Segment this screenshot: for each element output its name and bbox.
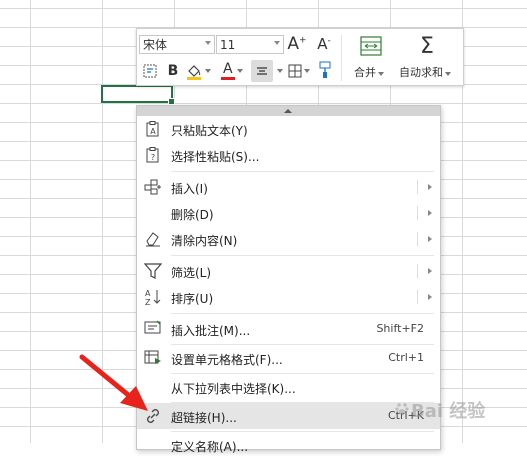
submenu-separator xyxy=(417,264,418,278)
menu-item-delete[interactable]: 删除(D) xyxy=(137,200,440,226)
merge-label[interactable]: 合并 xyxy=(354,64,384,80)
baidu-paw-icon xyxy=(395,403,409,415)
menu-item-label: 从下拉列表中选择(K)... xyxy=(171,382,296,396)
selected-cell[interactable] xyxy=(101,85,175,105)
bold-icon: B xyxy=(167,63,179,79)
menu-item-sort[interactable]: A Z 排序(U) xyxy=(137,284,440,310)
chevron-right-icon xyxy=(428,294,432,300)
paste-text-icon: A xyxy=(146,121,159,137)
paste-special-icon: ? xyxy=(146,147,159,163)
sort-az-icon: A Z xyxy=(145,289,161,306)
menu-item-label: 插入批注(M)... xyxy=(171,324,251,338)
fill-bucket-icon xyxy=(187,65,201,80)
grow-font-icon: A+ xyxy=(287,34,307,54)
grow-font-button[interactable]: A+ xyxy=(286,33,308,55)
submenu-separator xyxy=(417,232,418,246)
menu-item-label: 删除(D) xyxy=(171,208,214,222)
align-center-icon xyxy=(257,67,267,75)
format-painter-brush-button[interactable] xyxy=(316,59,334,81)
svg-text:Z: Z xyxy=(145,298,151,306)
sigma-icon: Σ xyxy=(420,33,434,59)
menu-item-filter[interactable]: 筛选(L) xyxy=(137,258,440,284)
menu-item-paste-text[interactable]: A 只粘贴文本(Y) xyxy=(137,116,440,142)
borders-button[interactable] xyxy=(286,61,312,81)
menu-item-label: 只粘贴文本(Y) xyxy=(171,124,248,138)
menu-item-clear-contents[interactable]: 清除内容(N) xyxy=(137,226,440,252)
chevron-right-icon xyxy=(428,236,432,242)
align-center-button[interactable] xyxy=(251,60,273,82)
chevron-down-icon xyxy=(277,69,283,73)
autosum-label[interactable]: 自动求和 xyxy=(399,64,451,80)
menu-item-format-cells[interactable]: 设置单元格格式(F)... Ctrl+1 xyxy=(137,345,440,371)
chevron-right-icon xyxy=(428,210,432,216)
chevron-right-icon xyxy=(428,184,432,190)
format-cells-icon xyxy=(144,350,161,364)
watermark: Bai 经验 xyxy=(395,395,527,425)
menu-item-define-name[interactable]: 定义名称(A)... xyxy=(137,432,440,458)
svg-text:A: A xyxy=(145,289,151,298)
chevron-down-icon xyxy=(274,41,280,45)
menu-item-shortcut: Ctrl+1 xyxy=(388,351,424,364)
insert-cells-icon xyxy=(144,179,161,195)
menu-item-label: 定义名称(A)... xyxy=(171,440,249,454)
merge-cells-icon xyxy=(360,36,382,56)
align-dropdown-button[interactable] xyxy=(274,61,284,81)
submenu-separator xyxy=(417,206,418,220)
font-size-select[interactable]: 11 xyxy=(216,35,284,54)
menu-item-label: 设置单元格格式(F)... xyxy=(171,353,283,367)
shrink-font-button[interactable]: A- xyxy=(313,33,335,55)
chevron-up-icon xyxy=(284,109,292,113)
svg-text:?: ? xyxy=(151,153,155,162)
format-painter-button[interactable] xyxy=(139,61,161,81)
merge-button[interactable] xyxy=(357,33,385,59)
menu-item-label: 筛选(L) xyxy=(171,266,212,280)
menu-item-label: 清除内容(N) xyxy=(171,234,238,248)
menu-item-insert-comment[interactable]: 插入批注(M)... Shift+F2 xyxy=(137,316,440,342)
chevron-down-icon xyxy=(445,72,451,76)
menu-divider xyxy=(171,171,434,172)
font-size-value: 11 xyxy=(220,37,236,52)
menu-item-paste-special[interactable]: ? 选择性粘贴(S)... xyxy=(137,142,440,168)
font-color-icon: A xyxy=(221,61,235,80)
wrap-text-icon xyxy=(143,64,157,78)
comment-icon xyxy=(144,320,161,334)
menu-divider xyxy=(171,255,434,256)
menu-item-shortcut: Shift+F2 xyxy=(376,322,424,335)
paint-brush-icon xyxy=(319,61,331,78)
watermark-text: Bai 经验 xyxy=(411,401,486,422)
borders-grid-icon xyxy=(288,64,302,78)
menu-item-insert[interactable]: 插入(I) xyxy=(137,174,440,200)
shrink-font-icon: A- xyxy=(317,35,331,53)
font-name-value: 宋体 xyxy=(143,38,168,52)
chevron-right-icon xyxy=(428,268,432,274)
menu-item-label: 超链接(H)... xyxy=(171,411,237,425)
chevron-down-icon xyxy=(378,72,384,76)
chevron-down-icon xyxy=(205,41,211,45)
chevron-down-icon xyxy=(237,69,243,73)
fill-color-button[interactable] xyxy=(185,61,211,81)
menu-divider xyxy=(171,313,434,314)
hyperlink-icon xyxy=(147,409,159,423)
font-color-button[interactable]: A xyxy=(219,61,245,81)
mini-toolbar: 宋体 11 A+ A- B A 合并 Σ 自动求和 xyxy=(136,28,464,86)
chevron-down-icon xyxy=(304,69,310,73)
submenu-separator xyxy=(417,290,418,304)
menu-item-label: 选择性粘贴(S)... xyxy=(171,150,260,164)
menu-item-label: 排序(U) xyxy=(171,292,214,306)
menu-scroll-up[interactable] xyxy=(137,106,440,116)
submenu-separator xyxy=(417,180,418,194)
autosum-button[interactable]: Σ xyxy=(414,32,440,60)
clear-eraser-icon xyxy=(146,232,160,247)
bold-button[interactable]: B xyxy=(164,61,182,81)
toolbar-separator xyxy=(341,35,342,81)
filter-funnel-icon xyxy=(144,263,162,279)
chevron-down-icon xyxy=(205,69,211,73)
font-name-select[interactable]: 宋体 xyxy=(139,35,215,54)
menu-item-label: 插入(I) xyxy=(171,182,208,196)
svg-text:A: A xyxy=(150,127,156,136)
